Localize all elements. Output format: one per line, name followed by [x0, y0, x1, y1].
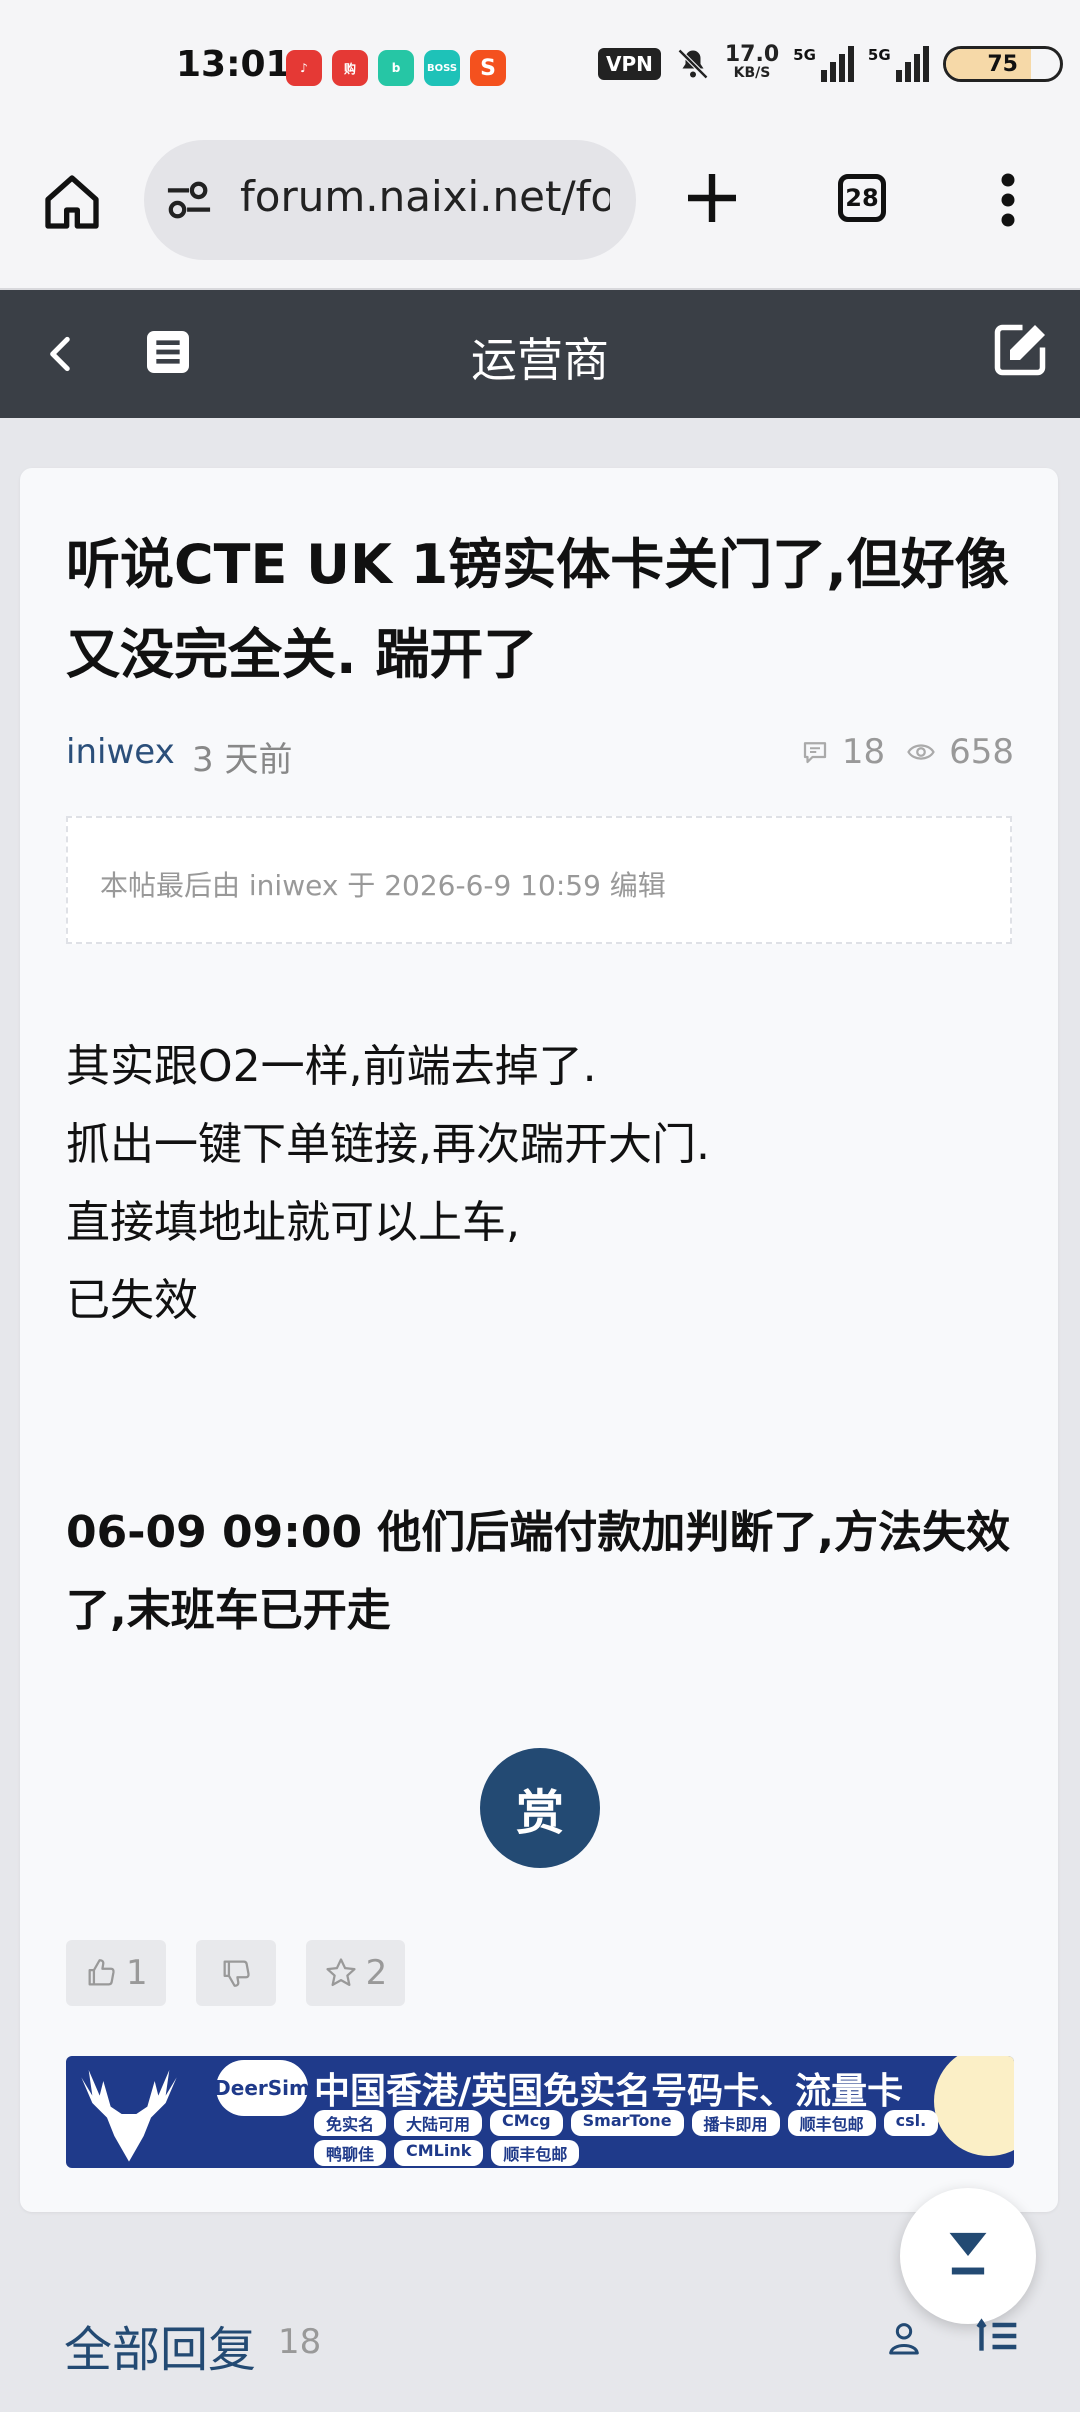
- post-body-line: 已失效: [66, 1275, 198, 1326]
- post-body-line: 其实跟O2一样,前端去掉了.: [66, 1041, 597, 1092]
- forum-title: 运营商: [471, 333, 609, 387]
- comment-icon: [803, 742, 826, 764]
- compose-post-icon[interactable]: [990, 320, 1050, 380]
- sort-order-icon[interactable]: [976, 2316, 1020, 2356]
- view-count: 658: [949, 732, 1014, 772]
- replies-count: 18: [278, 2322, 322, 2362]
- deer-logo-icon: [81, 2070, 177, 2162]
- post-time: 3 天前: [192, 740, 293, 780]
- banner-tag: 顺丰包邮: [787, 2110, 876, 2136]
- post-body: 其实跟O2一样,前端去掉了. 抓出一键下单链接,再次踹开大门. 直接填地址就可以…: [66, 1028, 1016, 1340]
- scroll-to-bottom-button[interactable]: [900, 2188, 1036, 2324]
- status-app-icons: ♪ 购 b BOSS S: [286, 50, 506, 86]
- vpn-badge: VPN: [598, 48, 661, 80]
- star-icon: [326, 1958, 356, 1987]
- post-update-note: 06-09 09:00 他们后端付款加判断了,方法失效了,末班车已开走: [66, 1507, 1011, 1636]
- post-title: 听说CTE UK 1镑实体卡关门了,但好像又没完全关. 踹开了: [66, 533, 1009, 686]
- post-stats: 18 658: [800, 732, 1014, 772]
- thumbs-up-icon: [88, 1959, 115, 1986]
- url-text: forum.naixi.net/fo: [240, 172, 610, 221]
- banner-tag: 播卡即用: [691, 2110, 780, 2136]
- status-time: 13:01: [176, 44, 291, 85]
- favorite-count: 2: [365, 1953, 388, 1993]
- edit-notice-text: 本帖最后由 iniwex 于 2026-6-9 10:59 编辑: [100, 869, 666, 902]
- boss-zhipin-app-icon: BOSS: [424, 50, 460, 86]
- banner-tag: SmarTone: [570, 2110, 684, 2136]
- comment-count: 18: [841, 732, 886, 772]
- signal-strength-icon: 5G: [868, 46, 929, 82]
- music-app-icon: ♪: [286, 50, 322, 86]
- double-chevron-down-icon: [949, 2232, 987, 2275]
- thumbs-down-icon: [223, 1960, 250, 1987]
- post-card: 听说CTE UK 1镑实体卡关门了,但好像又没完全关. 踹开了 iniwex 3…: [20, 468, 1058, 2212]
- post-body-line: 直接填地址就可以上车,: [66, 1197, 520, 1248]
- network-speed: 17.0 KB/S: [725, 44, 779, 82]
- post-body-line: 抓出一键下单链接,再次踹开大门.: [66, 1119, 710, 1170]
- bilibili-app-icon: b: [378, 50, 414, 86]
- bell-muted-icon: [677, 48, 708, 80]
- banner-tag: 顺丰包邮: [491, 2140, 580, 2166]
- status-bar: 13:01 ♪ 购 b BOSS S VPN 17.0 KB/S 5G 5G 7…: [0, 0, 1080, 140]
- like-count: 1: [126, 1953, 148, 1993]
- views-eye-icon: [907, 744, 935, 760]
- shopping-app-icon: 购: [332, 50, 368, 86]
- post-actions: 1 2: [66, 1940, 406, 2006]
- dislike-button[interactable]: [195, 1940, 276, 2006]
- more-menu-icon[interactable]: [990, 170, 1026, 230]
- banner-tag: csl.: [883, 2110, 939, 2136]
- site-settings-icon[interactable]: [166, 180, 212, 220]
- like-button[interactable]: 1: [66, 1940, 166, 2006]
- banner-tag: CMLink: [394, 2140, 484, 2166]
- signal-label: 5G: [793, 46, 816, 64]
- reward-button[interactable]: 赏: [480, 1748, 600, 1868]
- home-icon[interactable]: [40, 170, 104, 234]
- banner-tag: CMcg: [490, 2110, 563, 2136]
- tab-switcher-button[interactable]: 28: [838, 174, 886, 222]
- ad-banner[interactable]: DeerSim 中国香港/英国免实名号码卡、流量卡 免实名 大陆可用 CMcg …: [66, 2056, 1014, 2168]
- banner-tags: 免实名 大陆可用 CMcg SmarTone 播卡即用 顺丰包邮 csl. 鸭聊…: [314, 2110, 954, 2166]
- edit-notice: 本帖最后由 iniwex 于 2026-6-9 10:59 编辑: [66, 816, 1012, 944]
- signal-label: 5G: [867, 46, 891, 64]
- banner-tag: 免实名: [314, 2110, 387, 2136]
- browser-toolbar: forum.naixi.net/fo 28: [0, 140, 1080, 290]
- forum-header: 运营商: [0, 290, 1080, 418]
- new-tab-icon[interactable]: [680, 166, 744, 230]
- author-only-filter-icon[interactable]: [884, 2318, 924, 2358]
- signal-strength-icon: 5G: [793, 46, 854, 82]
- address-bar[interactable]: forum.naixi.net/fo: [144, 140, 636, 260]
- status-indicators: VPN 17.0 KB/S 5G 5G 75: [598, 44, 1063, 82]
- battery-level: 75: [987, 51, 1018, 77]
- banner-tag: 鸭聊佳: [314, 2140, 387, 2166]
- banner-brand: DeerSim: [214, 2060, 310, 2116]
- all-replies-title: 全部回复: [64, 2322, 257, 2378]
- battery-icon: 75: [942, 46, 1063, 82]
- sogou-app-icon: S: [470, 50, 506, 86]
- banner-tag: 大陆可用: [394, 2110, 483, 2136]
- post-author[interactable]: iniwex: [66, 732, 175, 772]
- banner-headline: 中国香港/英国免实名号码卡、流量卡: [314, 2071, 904, 2112]
- favorite-button[interactable]: 2: [305, 1940, 406, 2006]
